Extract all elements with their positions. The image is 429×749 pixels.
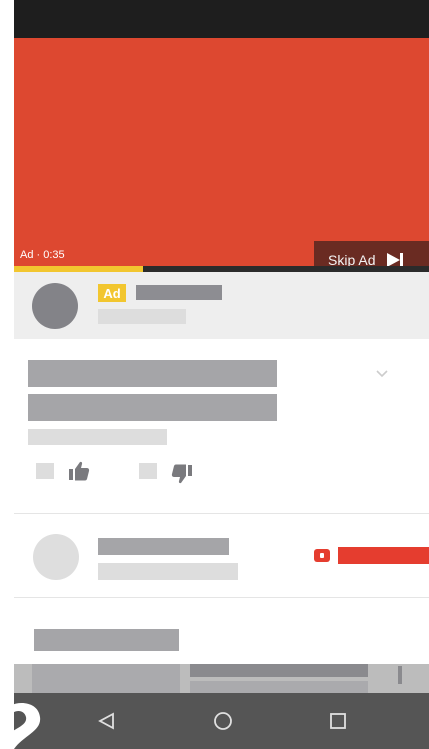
divider — [14, 513, 429, 514]
video-title-line-1 — [28, 360, 277, 387]
dislike-count-placeholder — [139, 463, 157, 479]
status-bar — [14, 0, 429, 38]
recents-square-icon[interactable] — [325, 708, 351, 734]
youtube-icon — [314, 549, 330, 562]
channel-name-placeholder — [98, 538, 229, 555]
section-heading-placeholder — [34, 629, 179, 651]
overlay-glyph-icon — [0, 702, 41, 749]
like-count-placeholder — [36, 463, 54, 479]
video-player[interactable]: Skip Ad — [14, 38, 429, 279]
thumbs-up-icon[interactable] — [68, 460, 90, 482]
subscribe-button[interactable] — [338, 547, 429, 564]
phone-screen: Skip Ad Ad · 0:35 Ad — [14, 0, 429, 749]
chevron-down-icon[interactable] — [376, 370, 388, 378]
ad-badge: Ad — [98, 284, 126, 302]
related-title-placeholder — [190, 664, 368, 677]
more-options-icon[interactable] — [398, 666, 402, 684]
advertiser-url-placeholder — [98, 309, 186, 324]
back-triangle-icon[interactable] — [94, 708, 120, 734]
channel-subs-placeholder — [98, 563, 238, 580]
divider — [14, 597, 429, 598]
video-views-placeholder — [28, 429, 167, 445]
android-nav-bar — [14, 693, 429, 749]
video-title-line-2 — [28, 394, 277, 421]
channel-avatar[interactable] — [33, 534, 79, 580]
home-circle-icon[interactable] — [210, 708, 236, 734]
ad-info-bar[interactable]: Ad — [14, 272, 429, 339]
related-meta-placeholder — [190, 681, 368, 693]
overlay-shade — [14, 664, 429, 693]
advertiser-name-placeholder — [136, 285, 222, 300]
thumbnail-placeholder — [32, 664, 180, 693]
advertiser-avatar — [32, 283, 78, 329]
thumbs-down-icon[interactable] — [171, 463, 193, 485]
ad-time-label: Ad · 0:35 — [20, 249, 65, 261]
